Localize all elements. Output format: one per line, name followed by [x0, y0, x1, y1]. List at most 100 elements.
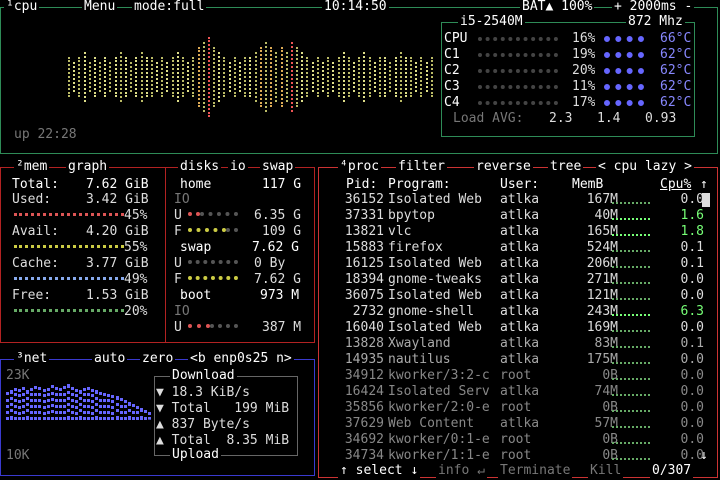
col-pid-header[interactable]: Pid:	[346, 177, 377, 193]
net-graph-column	[147, 412, 153, 420]
col-program-header[interactable]: Program:	[388, 177, 451, 193]
cpu-frequency: 872 Mhz	[626, 14, 685, 29]
net-interface-selector[interactable]: <b enp0s25 n>	[188, 352, 294, 366]
process-pid: 36075	[344, 288, 384, 303]
disk-swap-free: 7.62 G	[254, 272, 301, 287]
cpu-graph-column	[399, 52, 404, 102]
proc-tab[interactable]: ⁴proc	[338, 160, 382, 174]
process-user: atlka	[500, 224, 540, 239]
process-mem: 74M	[594, 384, 618, 399]
net-auto-toggle[interactable]: auto	[92, 352, 128, 366]
table-row[interactable]: 14935 nautilus atlka 175M 0.0	[320, 352, 704, 368]
table-row[interactable]: 34734 kworker/1:1-e root 0B 0.0	[320, 448, 704, 464]
disk-home-label: home	[180, 177, 212, 192]
cpu-graph-column	[192, 57, 196, 97]
net-zero-toggle[interactable]: zero	[140, 352, 176, 366]
process-cpu: 0.0	[680, 400, 704, 415]
col-mem-header[interactable]: MemB	[572, 177, 603, 193]
sort-selector[interactable]: < cpu lazy >	[596, 160, 694, 174]
info-button[interactable]: info ↵	[436, 464, 487, 478]
net-tab[interactable]: ³net	[14, 352, 50, 366]
process-pid: 34692	[344, 432, 384, 447]
process-cpu: 0.1	[680, 336, 704, 351]
process-user: atlka	[500, 416, 540, 431]
process-pid: 35856	[344, 400, 384, 415]
cpu-core-temp: 62°C	[660, 47, 692, 62]
scroll-up-icon[interactable]: ↑	[700, 177, 708, 193]
cpu-core-bar	[478, 85, 558, 93]
col-user-header[interactable]: User:	[500, 177, 539, 193]
table-row[interactable]: 16125 Isolated Web atlka 206M 0.1	[320, 256, 704, 272]
cpu-core-pct: 19%	[572, 47, 596, 62]
cpu-graph-column	[384, 57, 388, 97]
cpu-graph-column	[270, 47, 274, 107]
table-row[interactable]: 16424 Isolated Serv atlka 74M 0.0	[320, 384, 704, 400]
process-program: vlc	[388, 224, 412, 239]
process-mem: 83M	[594, 336, 618, 351]
cpu-tab[interactable]: ¹cpu	[4, 0, 40, 14]
tree-toggle[interactable]: tree	[548, 160, 584, 174]
table-row[interactable]: 2732 gnome-shell atlka 243M 6.3	[320, 304, 704, 320]
table-row[interactable]: 35856 kworker/2:0-e root 0B 0.0	[320, 400, 704, 416]
select-control[interactable]: ↑ select ↓	[338, 464, 421, 478]
process-program: Isolated Serv	[388, 384, 490, 399]
download-total: ▼ Total 199 MiB	[156, 401, 290, 416]
reverse-toggle[interactable]: reverse	[474, 160, 533, 174]
disk-swap-f-label: F	[174, 272, 182, 287]
col-cpu-header[interactable]: Cpu%	[660, 177, 691, 193]
terminate-button[interactable]: Terminate	[498, 464, 573, 478]
table-row[interactable]: 37629 Web Content atlka 57M 0.0	[320, 416, 704, 432]
swap-toggle[interactable]: swap	[260, 160, 296, 174]
process-pid: 16424	[344, 384, 384, 399]
cpu-core-pct: 20%	[572, 63, 596, 78]
cpu-graph-column	[135, 57, 139, 97]
table-row[interactable]: 37331 bpytop atlka 40M 1.6	[320, 208, 704, 224]
mem-tab[interactable]: ²mem	[14, 160, 50, 174]
mem-cache-label: Cache:	[12, 256, 59, 271]
cpu-graph-column	[213, 47, 217, 107]
table-row[interactable]: 36075 Isolated Web atlka 121M 0.0	[320, 288, 704, 304]
table-row[interactable]: 34692 kworker/0:1-e root 0B 0.0	[320, 432, 704, 448]
mem-total-label: Total:	[12, 177, 59, 192]
process-cpu: 0.0	[680, 432, 704, 447]
disks-tab[interactable]: disks	[178, 160, 222, 174]
cpu-graph-column	[368, 57, 373, 97]
cpu-graph-column	[233, 57, 238, 97]
disk-boot-used-bar	[188, 320, 238, 336]
table-row[interactable]: 36152 Isolated Web atlka 167M 0.0	[320, 192, 704, 208]
cpu-graph-column	[145, 57, 150, 97]
table-row[interactable]: 18394 gnome-tweaks atlka 271M 0.0	[320, 272, 704, 288]
load-avg-15: 0.93	[645, 111, 677, 126]
process-pid: 13821	[344, 224, 384, 239]
process-cpu: 0.1	[680, 240, 704, 255]
process-mem: 165M	[586, 224, 618, 239]
process-user: atlka	[500, 352, 540, 367]
cpu-graph-column	[342, 52, 347, 102]
update-interval[interactable]: + 2000ms -	[612, 0, 695, 14]
cpu-graph-column	[114, 57, 119, 97]
table-row[interactable]: 15883 firefox atlka 524M 0.1	[320, 240, 704, 256]
filter-button[interactable]: filter	[396, 160, 447, 174]
cpu-graph-column	[73, 62, 77, 92]
io-toggle[interactable]: io	[228, 160, 248, 174]
cpu-graph-column	[316, 57, 321, 97]
cpu-graph-column	[109, 62, 113, 92]
process-mem: 167M	[586, 192, 618, 207]
mode-toggle[interactable]: mode:full	[132, 0, 207, 14]
table-row[interactable]: 13828 Xwayland atlka 83M 0.1	[320, 336, 704, 352]
process-cpu: 0.0	[680, 448, 704, 463]
table-row[interactable]: 34912 kworker/3:2-c root 0B 0.0	[320, 368, 704, 384]
menu-button[interactable]: Menu	[82, 0, 118, 14]
clock: 10:14:50	[322, 0, 389, 14]
cpu-graph-column	[363, 52, 367, 102]
cpu-graph-column	[88, 62, 93, 92]
graph-toggle[interactable]: graph	[66, 160, 110, 174]
kill-button[interactable]: Kill	[588, 464, 624, 478]
cpu-core-pct: 11%	[572, 79, 596, 94]
uptime: up 22:28	[14, 127, 77, 142]
table-row[interactable]: 13821 vlc atlka 165M 1.8	[320, 224, 704, 240]
cpu-graph-column	[337, 57, 342, 97]
cpu-graph-column	[425, 62, 430, 92]
cpu-core-pct: 17%	[572, 95, 596, 110]
table-row[interactable]: 16040 Isolated Web atlka 169M 0.0	[320, 320, 704, 336]
